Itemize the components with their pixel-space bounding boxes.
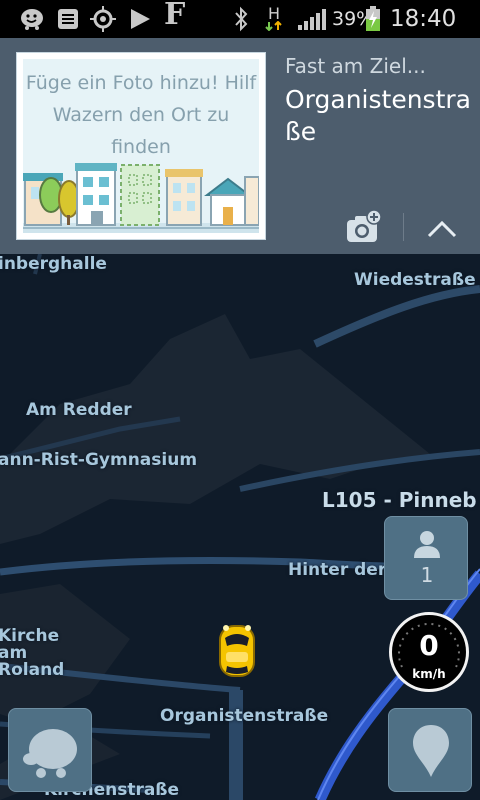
nearby-wazers-count: 1 — [420, 563, 434, 587]
map-label-organistenstrasse: Organistenstraße — [160, 706, 329, 726]
map-label-kirche-am-roland: Kirche am Roland — [0, 626, 65, 680]
play-store-icon — [126, 6, 154, 32]
network-type-label: H — [267, 4, 281, 23]
main-menu-button[interactable] — [8, 708, 92, 792]
map-label-wiedestrasse: Wiedestraße — [354, 270, 476, 290]
map-pin-icon — [413, 725, 449, 777]
speed-value: 0 — [419, 629, 439, 662]
speed-unit: km/h — [412, 667, 446, 681]
add-photo-illustration: Füge ein Foto hinzu! Hilf Wazern den Ort… — [23, 59, 259, 233]
report-button[interactable] — [388, 708, 472, 792]
gps-icon — [88, 6, 118, 32]
waze-face-icon — [18, 6, 46, 32]
street-houses-illustration — [23, 163, 259, 233]
map-label-steinberghalle: inberghalle — [0, 254, 107, 274]
h-data-icon: H — [262, 6, 286, 32]
camera-add-icon — [347, 209, 382, 242]
add-photo-card[interactable]: Füge ein Foto hinzu! Hilf Wazern den Ort… — [16, 52, 266, 240]
map-label-l105: L105 - Pinneb — [322, 488, 477, 512]
chevron-up-icon — [427, 220, 457, 238]
destination-street-title: Organistenstraße — [285, 85, 471, 146]
car-icon — [219, 625, 255, 677]
battery-charging-icon — [364, 6, 382, 32]
collapse-banner-button[interactable] — [424, 214, 460, 244]
map-label-gymnasium: ann-Rist-Gymnasium — [0, 450, 198, 470]
speedometer: 0 km/h — [389, 612, 469, 692]
signal-icon — [296, 6, 328, 32]
keyboard-icon — [56, 6, 80, 32]
status-bar: F H 39% 18:40 — [0, 0, 480, 38]
car-position-marker — [214, 620, 260, 680]
f-app-icon: F — [164, 0, 186, 32]
map-label-am-redder: Am Redder — [26, 400, 132, 420]
waze-menu-icon — [23, 729, 77, 778]
nearby-wazers-button[interactable]: 1 — [384, 516, 468, 600]
add-photo-button[interactable] — [345, 208, 383, 246]
bluetooth-icon — [230, 6, 252, 32]
clock: 18:40 — [390, 6, 457, 32]
banner-divider — [403, 213, 404, 241]
almost-there-label: Fast am Ziel... — [285, 54, 426, 78]
person-icon — [414, 531, 440, 558]
